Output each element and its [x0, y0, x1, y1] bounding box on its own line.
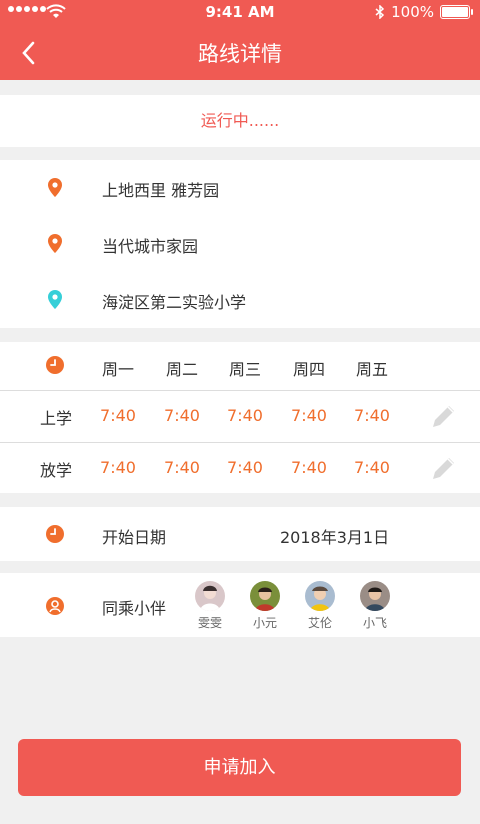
schedule-row-back: 放学 7:40 7:40 7:40 7:40 7:40 — [0, 443, 480, 493]
time-cell[interactable]: 7:40 — [88, 458, 148, 477]
start-date-value[interactable]: 2018年3月1日 — [280, 524, 389, 548]
companion-name: 艾伦 — [307, 616, 332, 630]
time-cell[interactable]: 7:40 — [152, 406, 212, 425]
time-cell[interactable]: 7:40 — [215, 406, 275, 425]
header: 9:41 AM 100% 路线详情 — [0, 0, 480, 80]
time-cell[interactable]: 7:40 — [342, 458, 402, 477]
address-list: 上地西里 雅芳园 当代城市家园 海淀区第二实验小学 — [0, 160, 480, 328]
location-pin-icon — [48, 234, 62, 253]
row-label: 放学 — [39, 461, 72, 480]
page-title: 路线详情 — [198, 42, 282, 66]
join-button[interactable]: 申请加入 — [18, 739, 461, 796]
time-cell[interactable]: 7:40 — [279, 406, 339, 425]
day-label: 周四 — [292, 360, 325, 379]
time-cell[interactable]: 7:40 — [88, 406, 148, 425]
run-status: 运行中...... — [0, 95, 480, 147]
day-label: 周二 — [165, 360, 198, 379]
day-label: 周三 — [228, 360, 261, 379]
battery-icon — [440, 5, 473, 19]
address-text: 当代城市家园 — [102, 237, 199, 256]
clock-icon — [46, 525, 64, 543]
time-cell[interactable]: 7:40 — [342, 406, 402, 425]
location-pin-icon — [48, 178, 62, 197]
status-bar: 9:41 AM 100% — [0, 0, 480, 24]
day-label: 周一 — [101, 360, 134, 379]
address-item: 海淀区第二实验小学 — [0, 272, 480, 328]
companion-name: 雯雯 — [197, 616, 222, 630]
battery-percent: 100% — [391, 3, 434, 21]
address-text: 上地西里 雅芳园 — [102, 181, 220, 200]
clock-icon — [46, 356, 64, 374]
companions-label: 同乘小伴 — [102, 599, 167, 618]
person-icon — [46, 597, 64, 615]
avatar — [195, 581, 225, 611]
avatar — [305, 581, 335, 611]
start-date-label: 开始日期 — [102, 528, 167, 547]
bluetooth-icon — [375, 5, 385, 19]
companion-item[interactable]: 小飞 — [350, 581, 400, 631]
companion-item[interactable]: 小元 — [240, 581, 290, 631]
schedule-card: 周一 周二 周三 周四 周五 上学 7:40 7:40 7:40 7:40 7:… — [0, 342, 480, 493]
companion-name: 小飞 — [362, 616, 387, 630]
avatar — [360, 581, 390, 611]
schedule-row-go: 上学 7:40 7:40 7:40 7:40 7:40 — [0, 391, 480, 441]
time-cell[interactable]: 7:40 — [279, 458, 339, 477]
row-label: 上学 — [39, 409, 72, 428]
companion-item[interactable]: 艾伦 — [295, 581, 345, 631]
address-text: 海淀区第二实验小学 — [102, 293, 247, 312]
edit-pencil-icon[interactable] — [430, 454, 458, 482]
location-pin-icon — [48, 290, 62, 309]
day-label: 周五 — [355, 360, 388, 379]
companion-item[interactable]: 雯雯 — [185, 581, 235, 631]
time-cell[interactable]: 7:40 — [152, 458, 212, 477]
edit-pencil-icon[interactable] — [430, 402, 458, 430]
time-cell[interactable]: 7:40 — [215, 458, 275, 477]
address-item: 当代城市家园 — [0, 216, 480, 272]
schedule-header-row: 周一 周二 周三 周四 周五 — [0, 342, 480, 392]
start-date-card: 开始日期 2018年3月1日 — [0, 507, 480, 561]
companions-card: 同乘小伴 雯雯 小元 艾伦 小飞 — [0, 573, 480, 637]
address-item: 上地西里 雅芳园 — [0, 160, 480, 216]
companion-name: 小元 — [252, 616, 277, 630]
avatar — [250, 581, 280, 611]
